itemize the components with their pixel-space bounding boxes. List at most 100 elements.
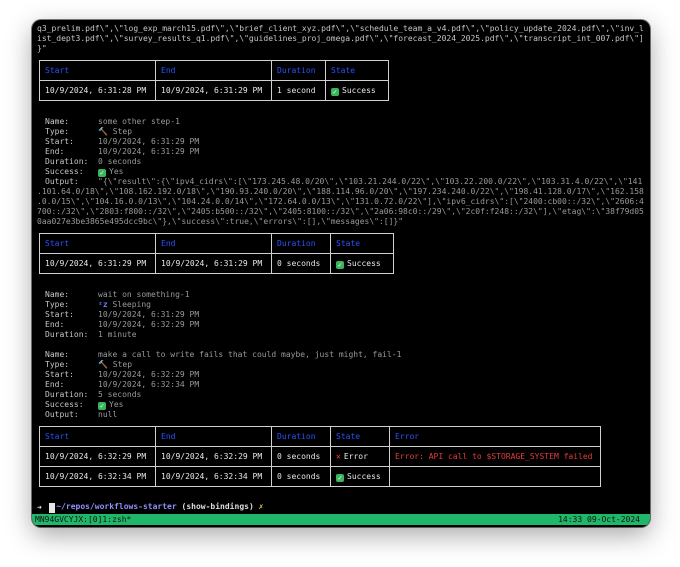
step-output-label: Output: [45, 410, 79, 419]
cell-state: ✕ Error [330, 446, 390, 467]
col-error: Error [389, 426, 601, 447]
step-end-label: End: [45, 147, 65, 156]
step-type-text: Step [112, 127, 133, 136]
terminal-window[interactable]: q3_prelim.pdf\",\"log_exp_march15.pdf\",… [32, 20, 650, 527]
step-start: 10/9/2024, 6:31:29 PM [98, 310, 200, 319]
wrench-icon: 🔨 [98, 360, 108, 369]
git-branch: (show-bindings) [181, 502, 254, 511]
step-duration-label: Duration: [45, 157, 89, 166]
cross-icon: ✕ [336, 452, 341, 461]
step-type-text: Sleeping [112, 300, 151, 309]
cell-state: ✓ Success [330, 253, 394, 274]
col-end: End [155, 233, 272, 254]
col-duration: Duration [271, 233, 331, 254]
step-name: wait on something-1 [98, 290, 190, 299]
step-end-label: End: [45, 320, 65, 329]
step-start-label: Start: [45, 310, 74, 319]
check-box-icon: ✓ [98, 402, 106, 410]
cell-end: 10/9/2024, 6:31:29 PM [155, 80, 272, 101]
cell-end: 10/9/2024, 6:31:29 PM [155, 253, 272, 274]
step-name: some other step-1 [98, 117, 180, 126]
cell-end: 10/9/2024, 6:32:29 PM [155, 446, 272, 467]
check-box-icon: ✓ [336, 473, 344, 482]
col-duration: Duration [271, 426, 331, 447]
step-output-line: 0aa027e3be3865e495dcc9bc\"},\"success\":… [37, 217, 404, 226]
step-success-label: Success: [45, 167, 84, 176]
step-start-label: Start: [45, 137, 74, 146]
terminal-cursor[interactable] [49, 503, 55, 513]
col-end: End [155, 60, 272, 81]
step-output-line: .0.0/15\",\"104.16.0.0/13\",\"104.24.0.0… [37, 197, 644, 206]
col-state: State [330, 426, 390, 447]
zzz-icon: ᶻz [98, 300, 108, 309]
step-name-label: Name: [45, 117, 70, 126]
step-duration-label: Duration: [45, 330, 89, 339]
cell-end: 10/9/2024, 6:32:34 PM [155, 466, 272, 487]
step-duration: 1 minute [98, 330, 137, 339]
step-type-label: Type: [45, 360, 70, 369]
col-start: Start [39, 233, 156, 254]
step-duration-label: Duration: [45, 390, 89, 399]
col-start: Start [39, 60, 156, 81]
step-duration: 0 seconds [98, 157, 142, 166]
step-success-text: Yes [109, 400, 124, 409]
col-state: State [330, 233, 394, 254]
dirty-icon: ✗ [258, 502, 264, 511]
step-type: ᶻz Sleeping [98, 300, 151, 310]
step-end: 10/9/2024, 6:31:29 PM [98, 147, 200, 156]
prompt-path: ~/repos/workflows-starter [56, 502, 177, 511]
output-line: ist_dept3.pdf\",\"survey_results_q1.pdf\… [37, 34, 644, 43]
state-text: Success [342, 85, 376, 95]
run-table-1: Start End Duration State 10/9/2024, 6:31… [39, 60, 389, 101]
run-table-3: Start End Duration State Error 10/9/2024… [39, 426, 601, 487]
state-text: Success [347, 258, 381, 268]
step-end: 10/9/2024, 6:32:34 PM [98, 380, 200, 389]
cell-state: ✓ Success [330, 466, 390, 487]
step-end-label: End: [45, 380, 65, 389]
cell-duration: 0 seconds [271, 466, 331, 487]
step-name: make a call to write fails that could ma… [98, 350, 402, 359]
cell-state: ✓ Success [325, 80, 389, 101]
clock: 14:33 09-Oct-2024 [558, 515, 640, 524]
step-type-text: Step [112, 360, 133, 369]
table-row: 10/9/2024, 6:32:29 PM 10/9/2024, 6:32:29… [39, 446, 601, 467]
prompt-arrow-icon: ➜ [37, 503, 42, 512]
step-start: 10/9/2024, 6:31:29 PM [98, 137, 200, 146]
step-type-label: Type: [45, 127, 70, 136]
step-success-label: Success: [45, 400, 84, 409]
session-label[interactable]: MN94GVCYJX:[0]1:zsh* [35, 514, 131, 525]
run-table-2: Start End Duration State 10/9/2024, 6:31… [39, 233, 394, 274]
cell-start: 10/9/2024, 6:31:29 PM [39, 253, 156, 274]
step-success: ✓ Yes [98, 167, 123, 177]
state-text: Success [347, 471, 381, 481]
cell-error [389, 466, 601, 487]
step-end: 10/9/2024, 6:32:29 PM [98, 320, 200, 329]
col-end: End [155, 426, 272, 447]
step-output-line: "{\"result\":{\"ipv4_cidrs\":[\"173.245.… [98, 177, 643, 186]
wrench-icon: 🔨 [98, 127, 108, 136]
col-duration: Duration [271, 60, 326, 81]
col-state: State [325, 60, 389, 81]
table-row: 10/9/2024, 6:31:28 PM 10/9/2024, 6:31:29… [39, 80, 389, 101]
table-header-row: Start End Duration State [39, 233, 394, 254]
step-success: ✓ Yes [98, 400, 123, 410]
cell-duration: 0 seconds [271, 253, 331, 274]
step-output: null [98, 410, 118, 419]
check-box-icon: ✓ [98, 169, 106, 177]
state-text: Error [343, 452, 368, 461]
step-start-label: Start: [45, 370, 74, 379]
cell-start: 10/9/2024, 6:32:34 PM [39, 466, 156, 487]
step-name-label: Name: [45, 350, 70, 359]
cell-duration: 0 seconds [271, 446, 331, 467]
step-type: 🔨 Step [98, 360, 132, 370]
output-line: q3_prelim.pdf\",\"log_exp_march15.pdf\",… [37, 24, 644, 33]
col-start: Start [39, 426, 156, 447]
tmux-status-bar: MN94GVCYJX:[0]1:zsh* 14:33 09-Oct-2024 [32, 514, 650, 525]
output-line: }" [37, 44, 47, 53]
cell-start: 10/9/2024, 6:31:28 PM [39, 80, 156, 101]
step-type: 🔨 Step [98, 127, 132, 137]
step-type-label: Type: [45, 300, 70, 309]
cell-duration: 1 second [271, 80, 326, 101]
step-duration: 5 seconds [98, 390, 142, 399]
table-header-row: Start End Duration State Error [39, 426, 601, 447]
